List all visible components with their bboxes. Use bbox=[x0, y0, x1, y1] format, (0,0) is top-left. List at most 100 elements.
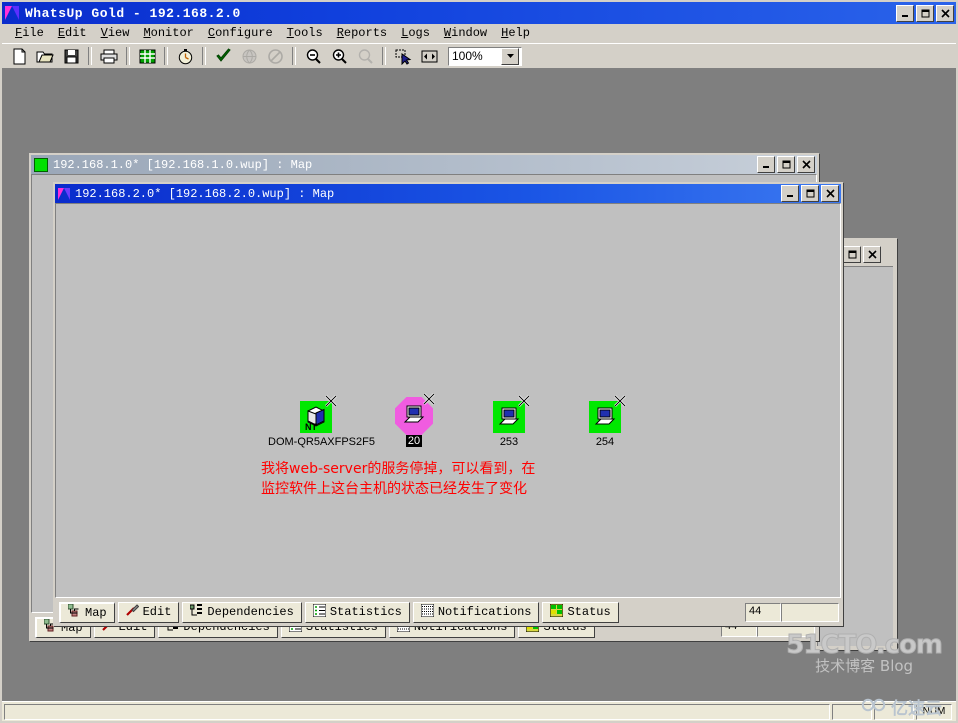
map-device-node[interactable]: NT DOM-QR5AXFPS2F5 bbox=[268, 395, 375, 448]
device-icon[interactable] bbox=[587, 395, 626, 435]
status-pane-blank-1 bbox=[832, 703, 872, 720]
toolbar-separator bbox=[202, 47, 206, 65]
restore-button[interactable] bbox=[843, 246, 861, 263]
front-window-tab-strip: Map Edit Dependencies Statistics Notific… bbox=[55, 598, 841, 624]
device-badge-nt: NT bbox=[305, 422, 317, 432]
tab-label: Status bbox=[567, 605, 611, 619]
green-check-icon[interactable] bbox=[211, 45, 235, 67]
mdi-client-area: 192.168.1.0* [192.168.1.0.wup] : Map Map… bbox=[2, 69, 956, 701]
annotation-line-1: 我将web-server的服务停掉，可以看到，在 bbox=[261, 461, 536, 477]
magnifier-minus-icon[interactable] bbox=[301, 45, 325, 67]
horizontal-arrows-icon[interactable] bbox=[417, 45, 441, 67]
child-title-bar[interactable]: 192.168.1.0* [192.168.1.0.wup] : Map bbox=[31, 155, 817, 174]
open-folder-icon[interactable] bbox=[33, 45, 57, 67]
menu-item-monitor[interactable]: Monitor bbox=[136, 25, 200, 41]
tab-map[interactable]: Map bbox=[59, 601, 115, 623]
main-window-controls bbox=[896, 4, 954, 22]
whatsup-logo-icon bbox=[5, 6, 19, 20]
chevron-down-icon[interactable] bbox=[501, 47, 519, 65]
floppy-save-icon[interactable] bbox=[59, 45, 83, 67]
magnifier-plus-icon[interactable] bbox=[327, 45, 351, 67]
watermark-site-sub-en: Blog bbox=[879, 657, 914, 675]
annotation-line-2: 监控软件上这台主机的状态已经发生了变化 bbox=[261, 481, 527, 497]
workstation-icon bbox=[498, 407, 520, 425]
application-title: WhatsUp Gold - 192.168.2.0 bbox=[25, 5, 241, 21]
device-marker-icon bbox=[518, 395, 530, 407]
tab-statistics[interactable]: Statistics bbox=[304, 601, 410, 623]
map-canvas-192-168-2-0[interactable]: NT DOM-QR5AXFPS2F5 20 253 254 我将web-serv… bbox=[55, 203, 841, 598]
map-annotation: 我将web-server的服务停掉，可以看到，在 监控软件上这台主机的状态已经发… bbox=[261, 459, 535, 499]
stopwatch-icon[interactable] bbox=[173, 45, 197, 67]
maximize-button[interactable] bbox=[916, 4, 934, 22]
toolbar-separator bbox=[164, 47, 168, 65]
child-title-bar[interactable]: 192.168.2.0* [192.168.2.0.wup] : Map bbox=[55, 184, 841, 203]
watermark-site-sub: 技术博客 Blog bbox=[786, 658, 942, 675]
device-icon[interactable] bbox=[491, 395, 530, 435]
tab-notifications[interactable]: Notifications bbox=[412, 601, 540, 623]
menu-item-window[interactable]: Window bbox=[437, 25, 494, 41]
toolbar-separator bbox=[382, 47, 386, 65]
network-map-icon bbox=[67, 603, 81, 621]
close-button[interactable] bbox=[797, 156, 815, 173]
device-label: 253 bbox=[499, 436, 519, 448]
toolbar-separator bbox=[88, 47, 92, 65]
zoom-level-combobox[interactable]: 100% bbox=[448, 46, 522, 66]
maximize-button[interactable] bbox=[801, 185, 819, 202]
menu-item-logs[interactable]: Logs bbox=[394, 25, 437, 41]
maximize-button[interactable] bbox=[777, 156, 795, 173]
new-document-icon[interactable] bbox=[7, 45, 31, 67]
menu-item-configure[interactable]: Configure bbox=[201, 25, 280, 41]
device-icon[interactable]: NT bbox=[298, 395, 337, 435]
child-window-controls bbox=[781, 185, 839, 202]
child-window-title: 192.168.1.0* [192.168.1.0.wup] : Map bbox=[53, 157, 313, 172]
magnifier-percent-icon bbox=[353, 45, 377, 67]
num-lock-indicator: NUM bbox=[916, 703, 952, 720]
grid-table-icon[interactable] bbox=[135, 45, 159, 67]
device-label: 254 bbox=[595, 436, 615, 448]
tab-edit[interactable]: Edit bbox=[117, 601, 180, 623]
tab-label: Notifications bbox=[437, 605, 532, 619]
watermark-site-sub-cn: 技术博客 bbox=[815, 657, 876, 675]
map-device-node[interactable]: 254 bbox=[557, 395, 653, 448]
tree-list-icon bbox=[189, 603, 203, 621]
close-button[interactable] bbox=[821, 185, 839, 202]
child-window-map-192-168-2-0[interactable]: 192.168.2.0* [192.168.2.0.wup] : Map NT … bbox=[53, 182, 843, 626]
minimize-button[interactable] bbox=[781, 185, 799, 202]
map-surface[interactable]: NT DOM-QR5AXFPS2F5 20 253 254 我将web-serv… bbox=[56, 204, 840, 597]
close-button[interactable] bbox=[863, 246, 881, 263]
minimize-button[interactable] bbox=[896, 4, 914, 22]
device-label: 20 bbox=[405, 435, 423, 447]
child-window-title: 192.168.2.0* [192.168.2.0.wup] : Map bbox=[75, 186, 335, 201]
menu-item-tools[interactable]: Tools bbox=[280, 25, 330, 41]
printer-icon[interactable] bbox=[97, 45, 121, 67]
tab-dependencies[interactable]: Dependencies bbox=[182, 601, 302, 623]
notifications-list-icon bbox=[420, 603, 435, 621]
device-marker-icon bbox=[423, 393, 435, 405]
tab-extra-field bbox=[781, 602, 839, 622]
toolbar-separator bbox=[292, 47, 296, 65]
arrow-pointer-icon[interactable] bbox=[391, 45, 415, 67]
workstation-icon bbox=[594, 407, 616, 425]
globe-icon bbox=[237, 45, 261, 67]
device-marker-icon bbox=[325, 395, 337, 407]
menu-item-view[interactable]: View bbox=[94, 25, 137, 41]
zoom-level-value: 100% bbox=[452, 49, 483, 63]
close-button[interactable] bbox=[936, 4, 954, 22]
tab-status[interactable]: Status bbox=[542, 601, 619, 623]
application-window: WhatsUp Gold - 192.168.2.0 FFileile Edit… bbox=[0, 0, 958, 723]
status-pane-blank-2 bbox=[874, 703, 914, 720]
menu-item-file[interactable]: FFileile bbox=[8, 25, 51, 41]
menu-item-help[interactable]: Help bbox=[494, 25, 537, 41]
minimize-button[interactable] bbox=[757, 156, 775, 173]
map-device-node[interactable]: 20 bbox=[366, 393, 462, 447]
map-device-node[interactable]: 253 bbox=[461, 395, 557, 448]
device-icon[interactable] bbox=[395, 393, 435, 435]
status-grid-icon bbox=[549, 603, 564, 621]
status-bar: NUM bbox=[2, 701, 956, 721]
device-marker-icon bbox=[614, 395, 626, 407]
menu-item-reports[interactable]: Reports bbox=[330, 25, 394, 41]
menu-bar: FFileile Edit View Monitor Configure Too… bbox=[2, 24, 956, 43]
menu-item-edit[interactable]: Edit bbox=[51, 25, 94, 41]
workstation-icon bbox=[403, 405, 425, 423]
child-window-controls bbox=[757, 156, 815, 173]
